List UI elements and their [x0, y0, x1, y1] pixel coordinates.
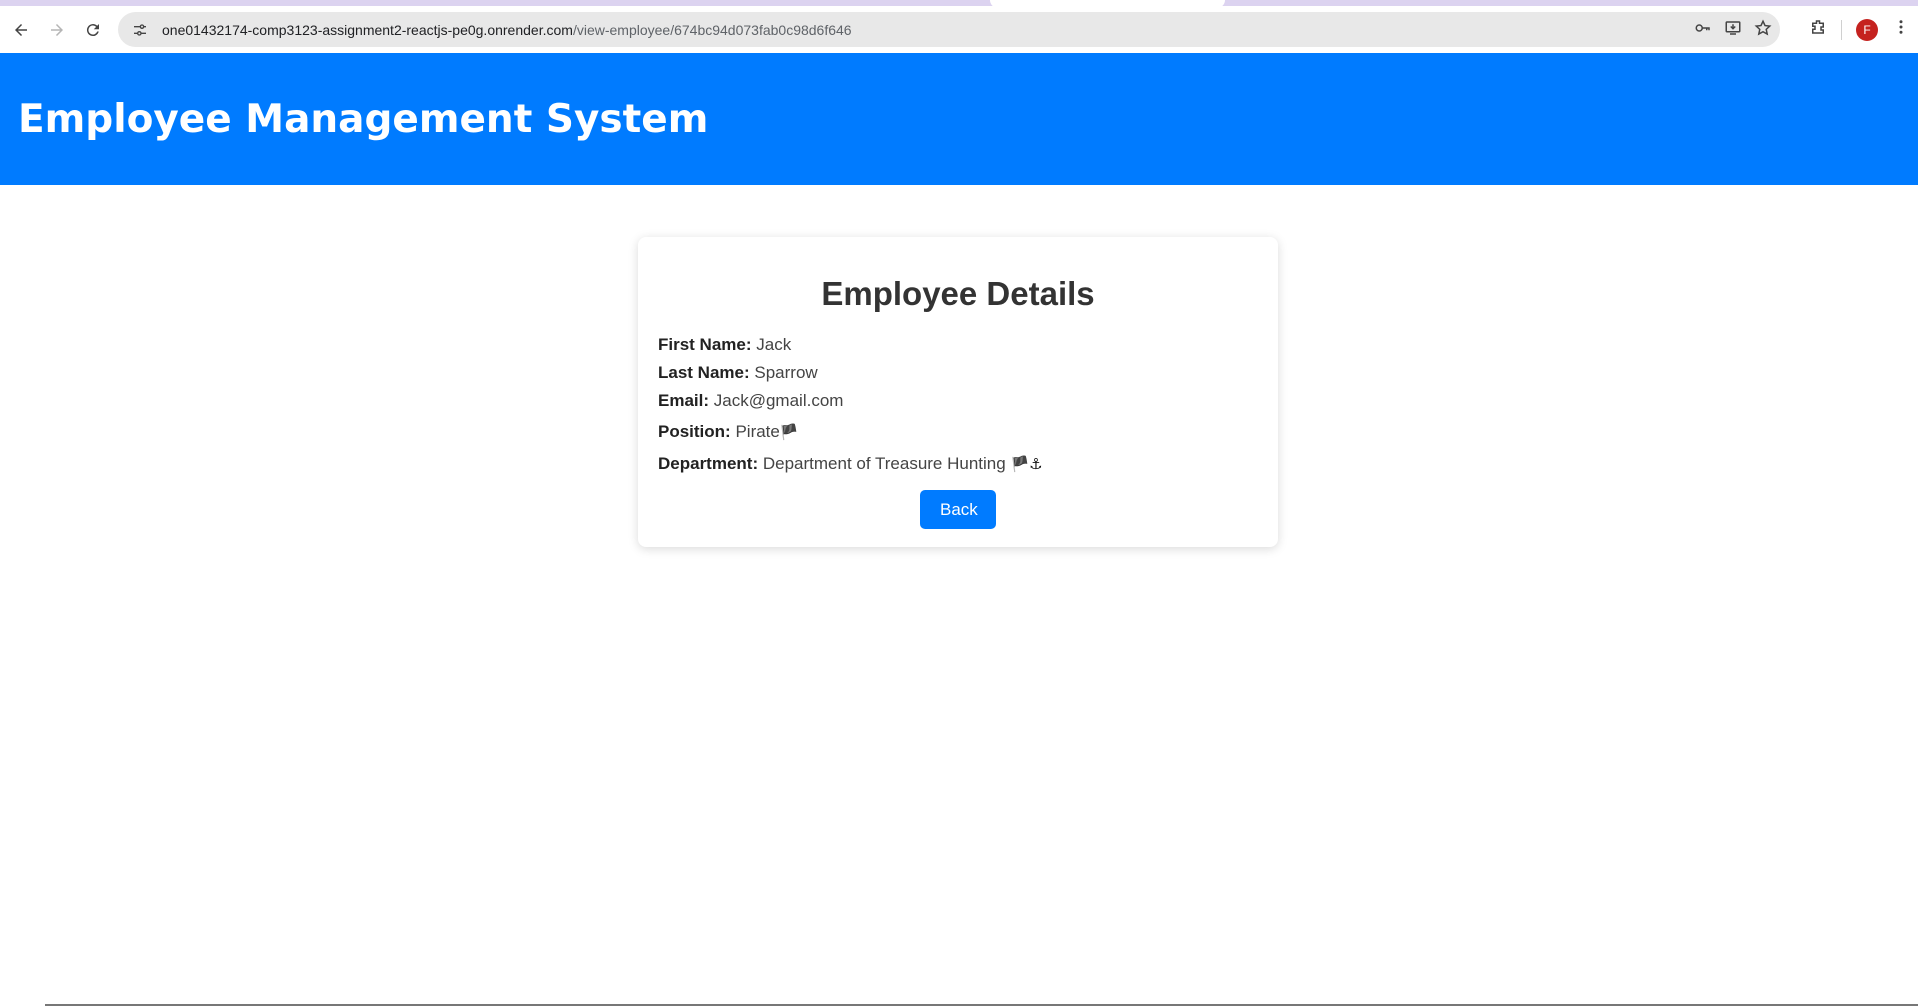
position-value: Pirate: [735, 422, 780, 441]
url-path: /view-employee/674bc94d073fab0c98d6f646: [572, 21, 852, 38]
last-name-value: Sparrow: [754, 363, 818, 382]
button-row: Back: [658, 490, 1258, 529]
app-header: Employee Management System: [0, 53, 1918, 185]
position-label: Position:: [658, 422, 731, 441]
pirate-flag-anchor-icon: 🏴⚓: [1010, 455, 1043, 473]
install-app-icon[interactable]: [1724, 19, 1742, 40]
extensions-icon[interactable]: [1809, 18, 1827, 41]
reload-icon[interactable]: [76, 13, 110, 47]
browser-toolbar: one01432174-comp3123-assignment2-reactjs…: [0, 6, 1918, 53]
app-title: Employee Management System: [18, 96, 709, 142]
address-bar[interactable]: one01432174-comp3123-assignment2-reactjs…: [118, 12, 1780, 47]
employee-details-card: Employee Details First Name: Jack Last N…: [638, 237, 1278, 547]
bottom-border: [45, 1004, 1918, 1006]
email-label: Email:: [658, 391, 710, 410]
first-name-label: First Name:: [658, 335, 752, 354]
profile-avatar[interactable]: F: [1856, 18, 1878, 41]
site-info-icon[interactable]: [128, 18, 152, 42]
toolbar-divider: [1841, 19, 1842, 40]
last-name-label: Last Name:: [658, 363, 750, 382]
back-button[interactable]: Back: [920, 490, 996, 529]
back-arrow-icon[interactable]: [4, 13, 38, 47]
pirate-flag-icon: 🏴: [779, 423, 799, 441]
department-value: Department of Treasure Hunting: [762, 454, 1006, 473]
password-key-icon[interactable]: [1694, 19, 1712, 40]
department-row: Department: Department of Treasure Hunti…: [658, 454, 1258, 474]
last-name-row: Last Name: Sparrow: [658, 363, 1258, 382]
email-row: Email: Jack@gmail.com: [658, 391, 1258, 410]
url-host: one01432174-comp3123-assignment2-reactjs…: [162, 21, 573, 38]
forward-arrow-icon[interactable]: [40, 13, 74, 47]
email-value: Jack@gmail.com: [713, 391, 844, 410]
first-name-row: First Name: Jack: [658, 335, 1258, 354]
first-name-value: Jack: [756, 335, 792, 354]
card-title: Employee Details: [821, 275, 1095, 312]
position-row: Position: Pirate🏴: [658, 422, 1258, 442]
bookmark-star-icon[interactable]: [1754, 19, 1772, 40]
department-label: Department:: [658, 454, 759, 473]
more-menu-icon[interactable]: [1892, 18, 1910, 41]
